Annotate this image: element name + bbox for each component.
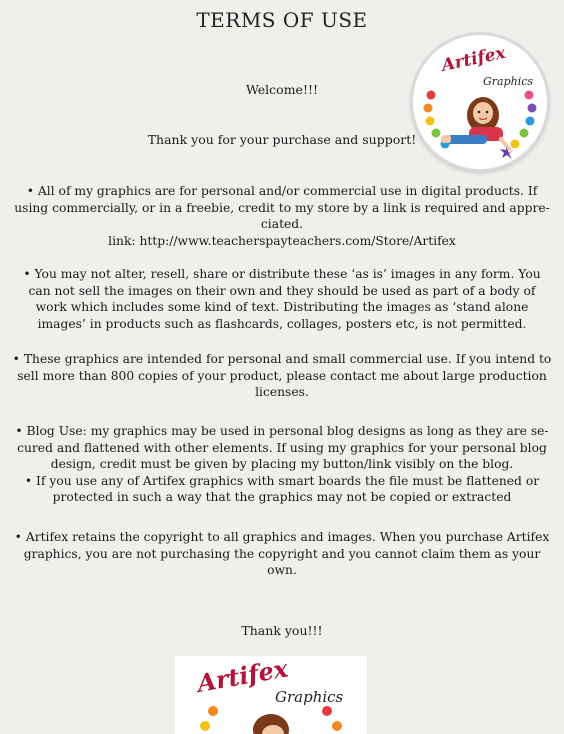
svg-text:Graphics: Graphics <box>275 688 344 706</box>
term-line: can not sell the images on their own and… <box>28 283 536 298</box>
terms-page: TERMS OF USE Artifex Graphics Welcome!!!… <box>0 0 564 734</box>
bottom-lettering: Artifex Graphics <box>193 656 344 706</box>
artifex-logo-badge: Artifex Graphics <box>413 35 547 169</box>
artifex-bottom-illustration: Artifex Graphics <box>193 656 344 734</box>
term-commercial-use: • All of my graphics are for personal an… <box>6 183 558 249</box>
term-line: • Artifex retains the copyright to all g… <box>14 530 550 544</box>
welcome-text: Welcome!!! <box>245 82 319 97</box>
store-link-text[interactable]: link: http://www.teacherspayteachers.com… <box>6 233 558 250</box>
artifex-logo-bottom: Artifex Graphics <box>175 656 367 734</box>
term-copyright: • Artifex retains the copyright to all g… <box>6 529 558 579</box>
term-line: • These graphics are intended for person… <box>12 352 552 366</box>
girl-illustration <box>441 97 514 159</box>
term-line: sell more than 800 copies of your produc… <box>17 368 547 383</box>
term-line: cured and flattened with other elements.… <box>17 440 547 455</box>
page-title: TERMS OF USE <box>196 8 368 32</box>
term-line: protected in such a way that the graphic… <box>52 490 512 504</box>
term-line: graphics, you are not purchasing the cop… <box>23 546 541 561</box>
bottom-girl-head <box>253 714 289 734</box>
term-line: design, credit must be given by placing … <box>50 457 514 471</box>
term-line: licenses. <box>255 385 309 399</box>
thanks-text: Thank you for your purchase and support! <box>147 132 417 147</box>
term-line: • All of my graphics are for personal an… <box>26 184 538 198</box>
term-line: • You may not alter, resell, share or di… <box>23 267 541 281</box>
term-no-resale: • You may not alter, resell, share or di… <box>6 266 558 332</box>
term-line: work which includes some kind of text. D… <box>35 300 529 314</box>
svg-text:Artifex: Artifex <box>438 43 508 77</box>
term-line: own. <box>267 563 297 577</box>
term-line: • If you use any of Artifex graphics wit… <box>24 473 540 488</box>
closing-thanks: Thank you!!! <box>241 623 323 638</box>
term-line: images’ in products such as flashcards, … <box>37 316 527 331</box>
artifex-badge-illustration: Artifex Graphics <box>423 43 537 159</box>
term-line: using commercially, or in a freebie, cre… <box>14 200 550 215</box>
term-blog-use: • Blog Use: my graphics may be used in p… <box>6 423 558 506</box>
term-license-limit: • These graphics are intended for person… <box>6 351 558 401</box>
term-line: ciated. <box>260 217 304 231</box>
term-line: • Blog Use: my graphics may be used in p… <box>15 424 549 438</box>
